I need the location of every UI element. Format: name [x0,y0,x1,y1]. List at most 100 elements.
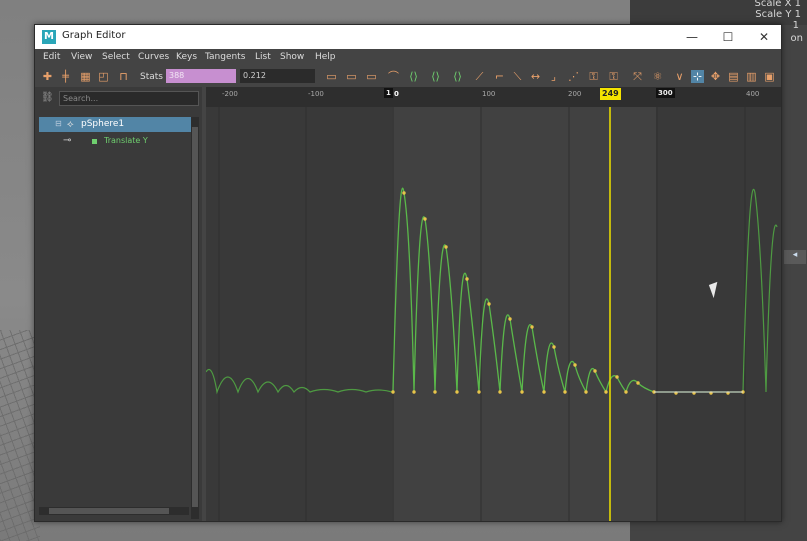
current-time-marker[interactable]: 249 [600,88,621,100]
keyframe[interactable] [530,325,534,329]
pre-infinity-curve [206,368,393,395]
keyframe[interactable] [433,390,437,394]
flat-tangent-icon[interactable]: ⟋ [473,70,486,83]
keyframe[interactable] [455,390,459,394]
clamped-tangent-icon[interactable]: ⟨⟩ [429,70,442,83]
weighted-tangent-icon[interactable]: ⚿ [607,70,620,83]
select-mode-icon[interactable]: ✥ [709,70,722,83]
toolbar: ✚ ╪ ▦ ◰ ⊓ Stats 388 0.212 ▭ ▭ ▭ ⌒ ⟨⟩ ⟨⟩ … [35,67,781,87]
auto-tangent-icon[interactable]: ⌒ [387,70,400,83]
stats-time-field[interactable]: 388 [166,69,236,83]
keyframe[interactable] [615,375,619,379]
frame-playback-icon[interactable]: ▭ [365,70,378,83]
keyframe[interactable] [487,302,491,306]
keyframe[interactable] [584,390,588,394]
keyframe[interactable] [520,390,524,394]
menu-show[interactable]: Show [280,52,304,62]
free-tangent-icon[interactable]: ⋰ [567,70,580,83]
unify-tangent-icon[interactable]: ⌟ [547,70,560,83]
plateau-tangent-icon[interactable]: ⟍ [511,70,524,83]
swap-buffer-icon[interactable]: ⚛ [651,70,664,83]
keyframe[interactable] [542,390,546,394]
outliner-vertical-scroll-thumb[interactable] [192,127,198,507]
attr-scale-z-value: 1 [792,20,799,31]
close-button[interactable]: ✕ [749,27,779,47]
outliner-item-label: pSphere1 [81,119,125,129]
frame-selection-icon[interactable]: ▭ [345,70,358,83]
buffer-curve-icon[interactable]: ⤧ [631,70,644,83]
outliner-horizontal-scroll-thumb[interactable] [49,508,169,514]
trax-icon[interactable]: ▥ [745,70,758,83]
linear-tangent-icon[interactable]: ⟨⟩ [451,70,464,83]
keyframe[interactable] [402,191,406,195]
curve-canvas[interactable] [206,107,781,521]
expand-icon[interactable]: ⊟ [55,119,62,128]
lock-tangent-icon[interactable]: ⚿ [587,70,600,83]
time-ruler[interactable]: -200 -100 0 100 200 300 400 1 300 249 [206,87,781,107]
post-infinity-curve [742,188,778,393]
keyframe[interactable] [636,381,640,385]
retime-icon[interactable]: ⊓ [117,70,130,83]
move-key-icon[interactable]: ✚ [41,70,54,83]
graph-editor-window: M Graph Editor — ☐ ✕ Edit View Select Cu… [34,24,782,522]
outliner-item-psphere1[interactable]: ⊟ ⟡ pSphere1 [39,117,191,132]
frame-all-icon[interactable]: ▭ [325,70,338,83]
break-tangent-icon[interactable]: ↔ [529,70,542,83]
search-input[interactable]: Search... [59,91,199,106]
keyframe[interactable] [593,369,597,373]
keyframe[interactable] [444,245,448,249]
outliner-item-translate-y[interactable]: ⊸ Translate Y [39,135,191,149]
graph-view[interactable]: -200 -100 0 100 200 300 400 1 300 249 [206,87,781,521]
ruler-tick-label: 0 [394,90,399,98]
attr-on[interactable]: on [791,33,803,44]
maximize-button[interactable]: ☐ [713,27,743,47]
keyframe[interactable] [465,277,469,281]
transform-node-icon: ⟡ [67,119,74,130]
channel-color-swatch [92,139,97,144]
keyframe[interactable] [552,345,556,349]
spline-tangent-icon[interactable]: ⟨⟩ [407,70,420,83]
maya-logo-icon: M [42,30,56,44]
keyframe[interactable] [604,390,608,394]
menu-bar: Edit View Select Curves Keys Tangents Li… [35,49,781,67]
connection-icon: ⊸ [63,135,72,146]
keyframe[interactable] [423,217,427,221]
menu-select[interactable]: Select [102,52,130,62]
step-tangent-icon[interactable]: ⌐ [493,70,506,83]
menu-view[interactable]: View [71,52,92,62]
menu-edit[interactable]: Edit [43,52,60,62]
outliner-panel: ⛓ Search... ⊟ ⟡ pSphere1 ⊸ Translate Y [35,87,202,521]
end-frame-marker[interactable]: 300 [656,88,675,98]
render-icon[interactable]: ▣ [763,70,776,83]
title-bar[interactable]: M Graph Editor — ☐ ✕ [35,25,781,49]
dope-sheet-icon[interactable]: ▤ [727,70,740,83]
lattice-icon[interactable]: ▦ [79,70,92,83]
keyframe[interactable] [573,363,577,367]
keyframe[interactable] [498,390,502,394]
keyframe[interactable] [412,390,416,394]
menu-help[interactable]: Help [315,52,336,62]
menu-curves[interactable]: Curves [138,52,169,62]
attr-scale-y[interactable]: Scale Y 1 [755,9,801,20]
keyframe[interactable] [508,317,512,321]
speaker-icon: ◂ [792,250,798,260]
menu-tangents[interactable]: Tangents [205,52,245,62]
speaker-button[interactable]: ◂ [784,250,806,264]
keyframe[interactable] [563,390,567,394]
keyframe[interactable] [624,390,628,394]
ruler-tick-label: 200 [568,90,582,98]
attr-scale-x[interactable]: Scale X 1 [755,0,802,9]
minimize-button[interactable]: — [677,27,707,47]
start-frame-marker[interactable]: 1 [384,88,393,98]
menu-list[interactable]: List [255,52,271,62]
menu-keys[interactable]: Keys [176,52,197,62]
lock-icon[interactable]: ⛓ [41,92,54,104]
stats-value-field[interactable]: 0.212 [240,69,315,83]
keyframe[interactable] [391,390,395,394]
keyframe[interactable] [477,390,481,394]
insert-key-icon[interactable]: ╪ [59,70,72,83]
normalize-icon[interactable]: ∨ [673,70,686,83]
region-icon[interactable]: ◰ [97,70,110,83]
ruler-tick-label: -100 [308,90,324,98]
pin-icon[interactable]: ⊹ [691,70,704,83]
